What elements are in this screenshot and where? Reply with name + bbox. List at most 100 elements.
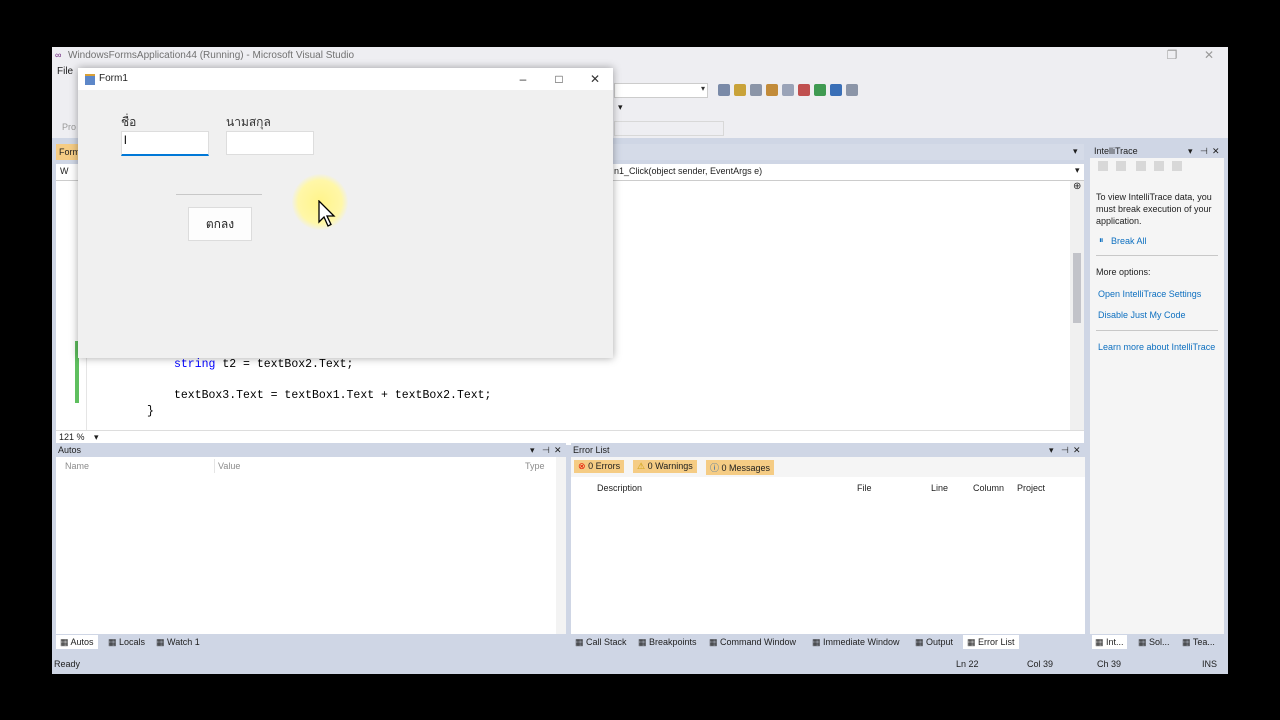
- restore-icon[interactable]: ❐: [1165, 48, 1179, 62]
- nav-project-combo[interactable]: W: [60, 166, 69, 176]
- disable-jmc-link[interactable]: Disable Just My Code: [1098, 310, 1186, 320]
- break-all-link[interactable]: Break All: [1111, 236, 1147, 246]
- grid-icon[interactable]: [1098, 161, 1108, 171]
- maximize-icon[interactable]: □: [544, 68, 574, 90]
- call-stack-icon: ▦: [575, 637, 584, 647]
- output-icon: ▦: [915, 637, 924, 647]
- chevron-down-icon[interactable]: ▾: [1188, 144, 1193, 158]
- chevron-down-icon[interactable]: ▾: [94, 432, 99, 443]
- tab-intellitrace-label: Int...: [1106, 637, 1124, 647]
- col-value[interactable]: Value: [218, 461, 240, 471]
- info-icon: ⓘ: [710, 463, 720, 473]
- close-icon[interactable]: ✕: [1212, 144, 1220, 158]
- learn-more-link[interactable]: Learn more about IntelliTrace: [1098, 342, 1215, 352]
- search-icon[interactable]: [1154, 161, 1164, 171]
- label-last-name: นามสกุล: [226, 115, 271, 129]
- intellitrace-title: IntelliTrace: [1094, 146, 1138, 156]
- errors-filter[interactable]: ⊗ 0 Errors: [574, 460, 625, 473]
- tab-immediate-window[interactable]: ▦ Immediate Window: [812, 635, 900, 649]
- window-icon[interactable]: [750, 84, 762, 96]
- tab-error-list[interactable]: ▦ Error List: [963, 635, 1019, 649]
- col-file[interactable]: File: [857, 483, 872, 493]
- tab-error-list-label: Error List: [978, 637, 1015, 647]
- find-icon[interactable]: [718, 84, 730, 96]
- close-icon[interactable]: ✕: [1073, 443, 1081, 457]
- status-ready: Ready: [54, 659, 81, 669]
- col-line[interactable]: Line: [931, 483, 948, 493]
- split-icon[interactable]: ⊕: [1073, 181, 1081, 192]
- nav-member-combo[interactable]: n1_Click(object sender, EventArgs e): [614, 166, 762, 176]
- divider: [1096, 330, 1218, 331]
- result-textbox[interactable]: [176, 176, 262, 195]
- toolbox-icon[interactable]: [766, 84, 778, 96]
- tab-call-stack[interactable]: ▦ Call Stack: [575, 635, 627, 649]
- status-ins: INS: [1202, 659, 1218, 669]
- chevron-down-icon[interactable]: ▾: [530, 443, 535, 457]
- chevron-down-icon[interactable]: ▾: [1075, 165, 1080, 176]
- status-line: Ln 22: [956, 659, 979, 669]
- tab-locals[interactable]: ▦ Locals: [108, 635, 145, 649]
- status-bar: Ready Ln 22 Col 39 Ch 39 INS: [52, 655, 1228, 674]
- intellitrace-icon: ▦: [1095, 637, 1104, 647]
- toolbar-hint: Pro: [62, 122, 77, 132]
- tools-icon[interactable]: [798, 84, 810, 96]
- minimize-icon[interactable]: –: [508, 68, 538, 90]
- first-name-input[interactable]: l: [121, 131, 209, 156]
- filter-icon[interactable]: [1116, 161, 1126, 171]
- pin-icon[interactable]: ⊣: [1061, 443, 1069, 457]
- close-icon[interactable]: ✕: [580, 68, 610, 90]
- keyword-string: string: [174, 358, 216, 371]
- team-icon[interactable]: [830, 84, 842, 96]
- dropdown-arrow-icon[interactable]: ▾: [618, 102, 623, 113]
- autos-header: Autos ▾ ⊣ ✕: [56, 443, 566, 457]
- tab-list-icon[interactable]: ▾: [1073, 146, 1078, 157]
- properties-icon[interactable]: [782, 84, 794, 96]
- autos-grid[interactable]: Name Value Type: [56, 457, 566, 634]
- warnings-filter[interactable]: ⚠ 0 Warnings: [633, 460, 697, 473]
- ok-button[interactable]: ตกลง: [188, 207, 252, 241]
- tab-team-explorer[interactable]: ▦ Tea...: [1182, 635, 1215, 649]
- intellitrace-panel: IntelliTrace ▾ ⊣ ✕ To view IntelliTrace …: [1090, 144, 1224, 634]
- config-combo[interactable]: ▾: [614, 83, 708, 98]
- pin-icon[interactable]: ⊣: [1200, 144, 1208, 158]
- tab-intellitrace[interactable]: ▦ Int...: [1092, 635, 1127, 649]
- messages-filter[interactable]: ⓘ 0 Messages: [706, 460, 775, 475]
- editor-vertical-scrollbar[interactable]: ⊕: [1070, 181, 1084, 430]
- tab-breakpoints[interactable]: ▦ Breakpoints: [638, 635, 697, 649]
- chevron-down-icon: ▾: [700, 84, 705, 93]
- zoom-level[interactable]: 121 %: [59, 432, 85, 442]
- autos-scrollbar[interactable]: [556, 457, 566, 634]
- camera-icon[interactable]: [1172, 161, 1182, 171]
- col-project[interactable]: Project: [1017, 483, 1045, 493]
- tab-solution-explorer-label: Sol...: [1149, 637, 1170, 647]
- col-type[interactable]: Type: [525, 461, 545, 471]
- tab-watch1[interactable]: ▦ Watch 1: [156, 635, 200, 649]
- col-name[interactable]: Name: [65, 461, 89, 471]
- pin-icon[interactable]: ⊣: [542, 443, 550, 457]
- scroll-thumb[interactable]: [1073, 253, 1081, 323]
- last-name-input[interactable]: [226, 131, 314, 155]
- code-line-textbox3: textBox3.Text = textBox1.Text + textBox2…: [174, 389, 492, 402]
- tab-output[interactable]: ▦ Output: [915, 635, 953, 649]
- refresh-icon[interactable]: [814, 84, 826, 96]
- tab-autos[interactable]: ▦ Autos: [56, 635, 98, 649]
- close-icon[interactable]: ✕: [554, 443, 562, 457]
- menu-file[interactable]: File: [57, 66, 73, 77]
- toolbar-combo[interactable]: [614, 121, 724, 136]
- folder-icon[interactable]: [734, 84, 746, 96]
- error-icon: ⊗: [578, 461, 586, 471]
- close-icon[interactable]: ✕: [1202, 48, 1216, 62]
- list-icon[interactable]: [1136, 161, 1146, 171]
- tab-solution-explorer[interactable]: ▦ Sol...: [1138, 635, 1170, 649]
- open-settings-link[interactable]: Open IntelliTrace Settings: [1098, 289, 1201, 299]
- chevron-down-icon[interactable]: ▾: [1049, 443, 1054, 457]
- divider: [1096, 255, 1218, 256]
- label-first-name: ชื่อ: [121, 115, 137, 129]
- pause-icon: ⏸: [1099, 235, 1104, 245]
- tab-command-window[interactable]: ▦ Command Window: [709, 635, 796, 649]
- col-column[interactable]: Column: [973, 483, 1004, 493]
- errorlist-filter-bar: ⊗ 0 Errors ⚠ 0 Warnings ⓘ 0 Messages: [571, 457, 1085, 477]
- watch-icon: ▦: [156, 637, 165, 647]
- col-description[interactable]: Description: [597, 483, 642, 493]
- layout-icon[interactable]: [846, 84, 858, 96]
